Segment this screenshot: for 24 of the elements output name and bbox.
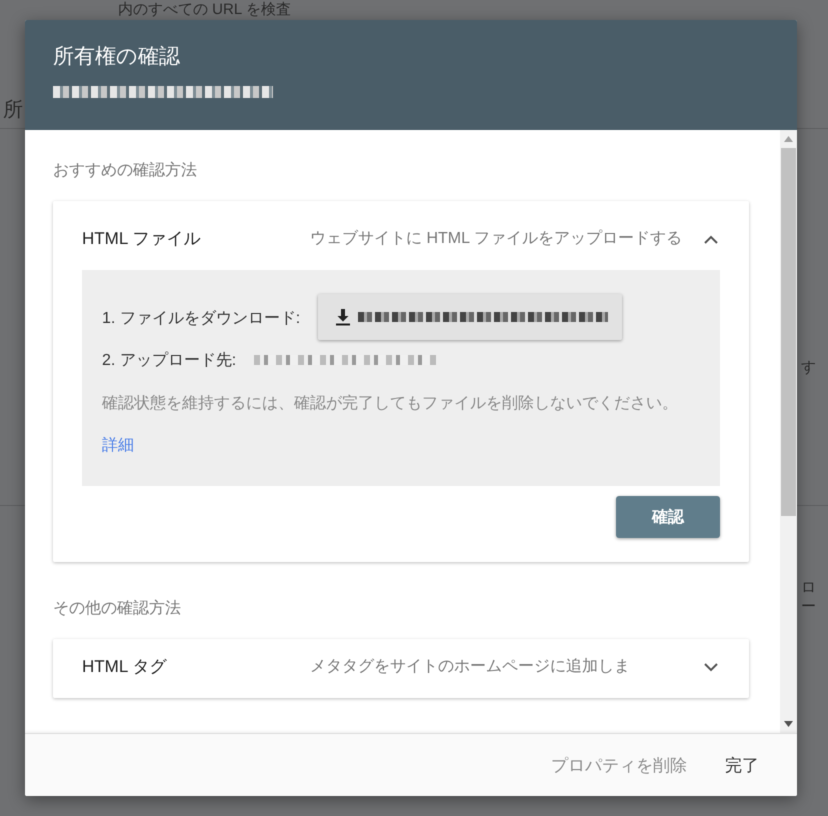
method-name: HTML ファイル: [82, 228, 202, 250]
page-text: ロー: [801, 578, 817, 616]
scroll-down-icon[interactable]: [784, 721, 793, 727]
page-text: 所: [3, 98, 23, 123]
done-button[interactable]: 完了: [715, 748, 769, 782]
method-description: メタタグをサイトのホームページに追加しま: [310, 656, 631, 677]
step-label: 2. アップロード先:: [102, 350, 236, 370]
instruction-note: 確認状態を維持するには、確認が完了してもファイルを削除しないでください。: [102, 394, 679, 414]
section-heading: おすすめの確認方法: [53, 160, 198, 181]
verify-button[interactable]: 確認: [616, 496, 720, 538]
scrollbar[interactable]: [780, 130, 797, 733]
section-heading: その他の確認方法: [53, 598, 182, 619]
page-text: す: [801, 358, 816, 377]
method-name: HTML タグ: [82, 656, 168, 678]
delete-property-button[interactable]: プロパティを削除: [541, 748, 697, 782]
step-label: 1. ファイルをダウンロード:: [102, 308, 300, 328]
download-button[interactable]: [318, 294, 622, 340]
scrollbar-thumb[interactable]: [781, 148, 796, 516]
page-text: 内のすべての URL を検査: [118, 0, 291, 19]
chevron-down-icon[interactable]: [702, 660, 720, 672]
dialog-title: 所有権の確認: [53, 44, 181, 70]
details-link[interactable]: 詳細: [102, 435, 134, 456]
download-icon: [334, 308, 352, 326]
method-description: ウェブサイトに HTML ファイルをアップロードする: [310, 228, 683, 249]
